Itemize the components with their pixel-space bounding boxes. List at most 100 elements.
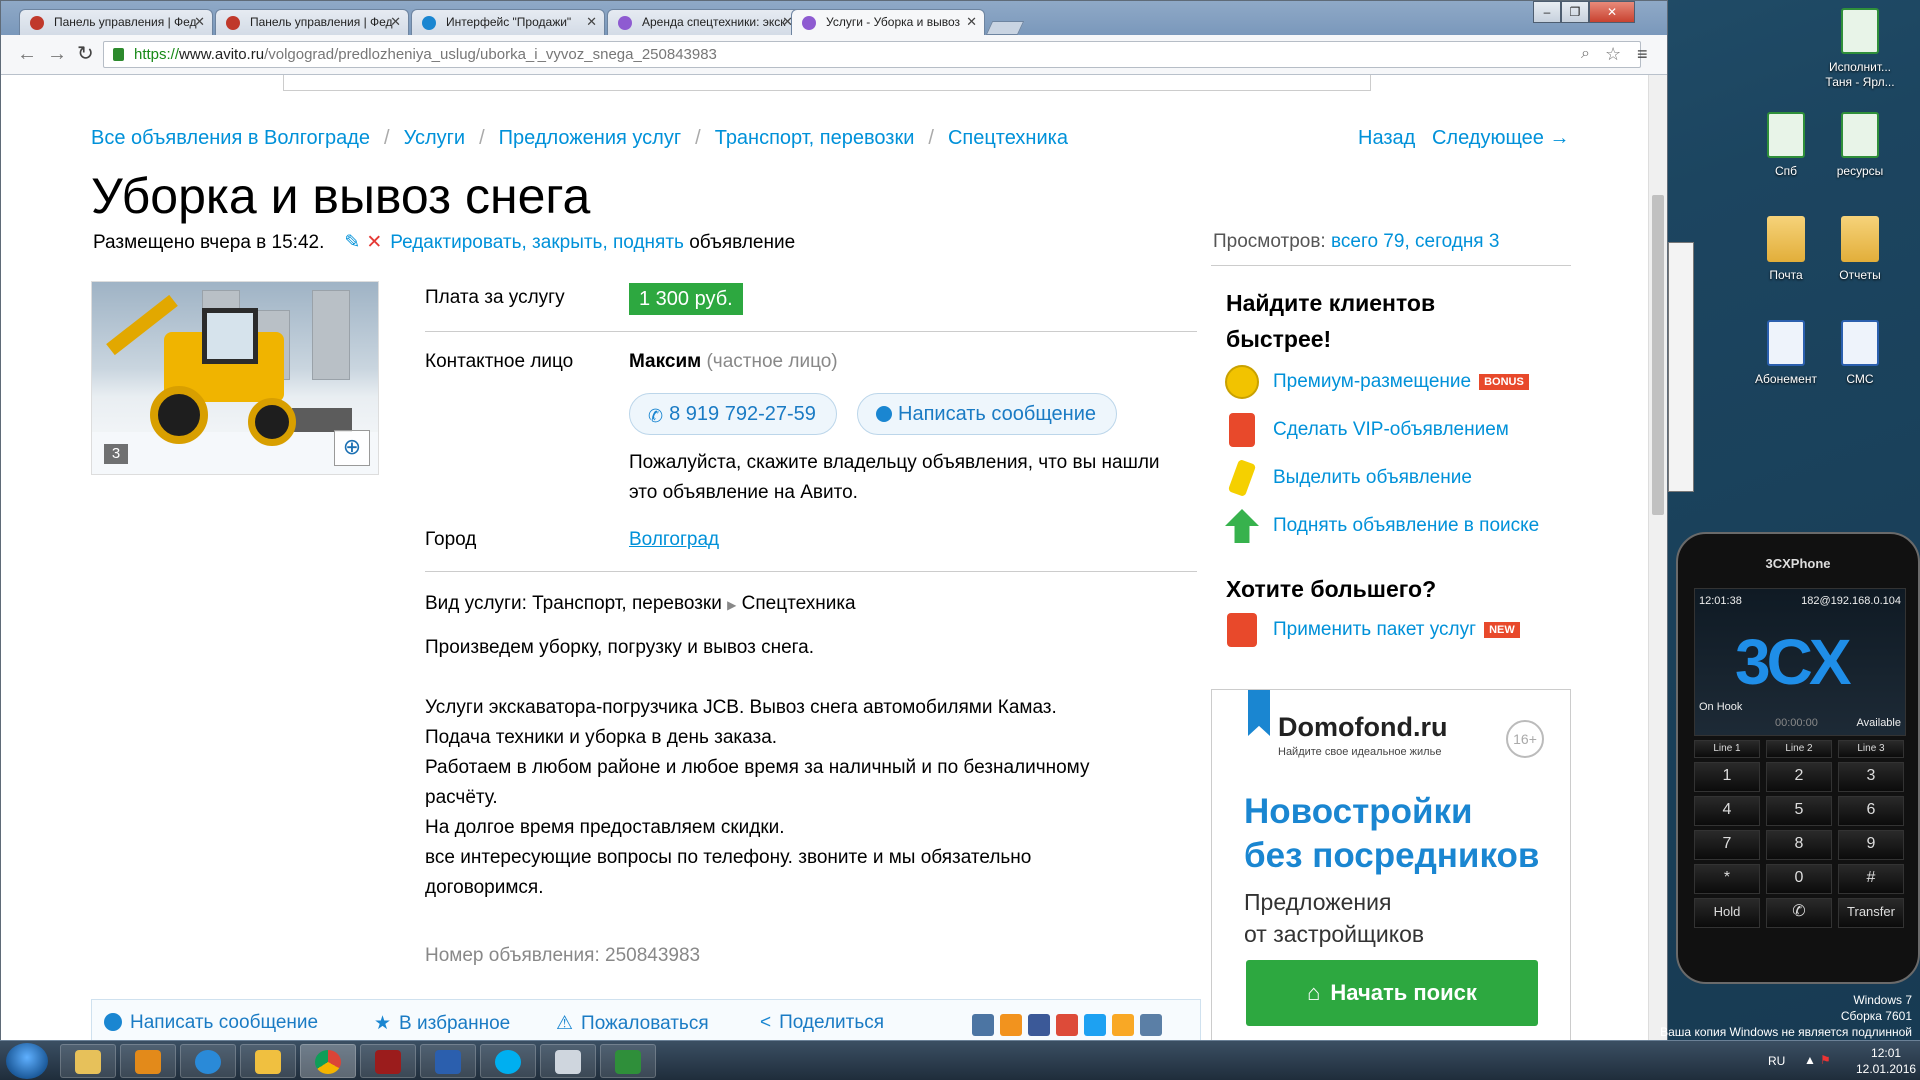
hold-button[interactable]: Hold xyxy=(1694,898,1760,928)
breadcrumb-transport[interactable]: Транспорт, перевозки xyxy=(715,127,915,149)
mail-share-icon[interactable] xyxy=(1112,1014,1134,1036)
close-tab-icon[interactable]: ✕ xyxy=(194,14,205,30)
key-1[interactable]: 1 xyxy=(1694,762,1760,792)
taskbar-excel[interactable] xyxy=(600,1044,656,1078)
background-window-edge[interactable] xyxy=(1668,242,1694,492)
start-search-button[interactable]: ⌂ Начать поиск xyxy=(1246,960,1538,1026)
back-link[interactable]: Назад xyxy=(1358,127,1415,149)
highlight-link[interactable]: Выделить объявление xyxy=(1273,467,1472,489)
taskbar-media-player[interactable] xyxy=(120,1044,176,1078)
next-link[interactable]: Следующее → xyxy=(1432,127,1570,149)
package-link[interactable]: Применить пакет услуг NEW xyxy=(1273,619,1520,641)
close-tab-icon[interactable]: ✕ xyxy=(966,14,977,30)
key-2[interactable]: 2 xyxy=(1766,762,1832,792)
new-tab-button[interactable] xyxy=(985,21,1025,35)
raise-link[interactable]: Поднять объявление в поиске xyxy=(1273,515,1539,537)
bottom-write-message-link[interactable]: Написать сообщение xyxy=(104,1012,318,1034)
key-6[interactable]: 6 xyxy=(1838,796,1904,826)
taskbar-word[interactable] xyxy=(420,1044,476,1078)
tab-4[interactable]: Аренда спецтехники: экск ✕ xyxy=(607,9,801,35)
breadcrumb-all-ads[interactable]: Все объявления в Волгограде xyxy=(91,127,370,149)
phone-button[interactable]: ✆ 8 919 792-27-59 xyxy=(629,393,837,435)
call-button[interactable]: ✆ xyxy=(1766,898,1832,928)
taskbar-chrome[interactable] xyxy=(300,1044,356,1078)
delete-icon[interactable]: ✕ xyxy=(366,232,382,253)
line-2-button[interactable]: Line 2 xyxy=(1766,740,1832,758)
desktop-icon-spb[interactable]: Спб xyxy=(1748,112,1824,179)
twitter-share-icon[interactable] xyxy=(1084,1014,1106,1036)
key-8[interactable]: 8 xyxy=(1766,830,1832,860)
key-4[interactable]: 4 xyxy=(1694,796,1760,826)
clock[interactable]: 12:01 12.01.2016 xyxy=(1856,1045,1916,1077)
home-search-icon: ⌂ xyxy=(1307,980,1321,1005)
report-link[interactable]: ⚠ Пожаловаться xyxy=(556,1012,709,1035)
breadcrumb-offers[interactable]: Предложения услуг xyxy=(499,127,682,149)
key-3[interactable]: 3 xyxy=(1838,762,1904,792)
ok-share-icon[interactable] xyxy=(1000,1014,1022,1036)
taskbar-phone[interactable] xyxy=(540,1044,596,1078)
minimize-button[interactable]: – xyxy=(1533,1,1561,23)
zoom-icon[interactable]: ⌕ xyxy=(1581,43,1590,65)
back-arrow-icon[interactable]: ← xyxy=(17,43,37,65)
facebook-share-icon[interactable] xyxy=(1028,1014,1050,1036)
key-0[interactable]: 0 xyxy=(1766,864,1832,894)
url-input[interactable]: https://www.avito.ru/volgograd/predlozhe… xyxy=(103,41,1641,68)
desktop-icon-subscription[interactable]: Абонемент xyxy=(1748,320,1824,387)
key-7[interactable]: 7 xyxy=(1694,830,1760,860)
taskbar-mail[interactable] xyxy=(240,1044,296,1078)
taskbar-fap[interactable] xyxy=(360,1044,416,1078)
city-link[interactable]: Волгоград xyxy=(629,529,719,551)
breadcrumb-special-equipment[interactable]: Спецтехника xyxy=(948,127,1068,149)
scroll-thumb[interactable] xyxy=(1652,195,1664,515)
tab-2[interactable]: Панель управления | Фед ✕ xyxy=(215,9,409,35)
taskbar-internet-explorer[interactable] xyxy=(180,1044,236,1078)
write-message-button[interactable]: Написать сообщение xyxy=(857,393,1118,435)
bookmark-star-icon[interactable]: ☆ xyxy=(1605,43,1621,65)
share-link[interactable]: < Поделиться xyxy=(760,1012,884,1034)
menu-icon[interactable]: ≡ xyxy=(1637,43,1648,65)
key-star[interactable]: * xyxy=(1694,864,1760,894)
close-tab-icon[interactable]: ✕ xyxy=(586,14,597,30)
tab-3[interactable]: Интерфейс "Продажи" ✕ xyxy=(411,9,605,35)
line-1-button[interactable]: Line 1 xyxy=(1694,740,1760,758)
line-3-button[interactable]: Line 3 xyxy=(1838,740,1904,758)
key-9[interactable]: 9 xyxy=(1838,830,1904,860)
page-scrollbar[interactable] xyxy=(1648,75,1667,1041)
breadcrumb-services[interactable]: Услуги xyxy=(404,127,466,149)
dialpad: Line 1 Line 2 Line 3 1 2 3 4 5 6 7 8 9 *… xyxy=(1694,740,1906,940)
start-button[interactable] xyxy=(6,1043,48,1079)
tab-1[interactable]: Панель управления | Фед ✕ xyxy=(19,9,213,35)
zoom-icon[interactable]: ⊕ xyxy=(334,430,370,466)
action-center-icon[interactable]: ⚑ xyxy=(1820,1053,1831,1067)
description-line: Услуги экскаватора-погрузчика JCB. Вывоз… xyxy=(425,697,1057,718)
add-to-favorites-link[interactable]: ★ В избранное xyxy=(374,1012,510,1035)
premium-placement-link[interactable]: Премиум-размещение BONUS xyxy=(1273,371,1529,393)
close-tab-icon[interactable]: ✕ xyxy=(390,14,401,30)
desktop-icon-reports[interactable]: Отчеты xyxy=(1822,216,1898,283)
views-link[interactable]: всего 79, сегодня 3 xyxy=(1331,231,1499,252)
desktop-icon-resources[interactable]: ресурсы xyxy=(1822,112,1898,179)
domofond-banner[interactable]: Domofond.ru Найдите свое идеальное жилье… xyxy=(1211,689,1571,1041)
vip-link[interactable]: Сделать VIP-объявлением xyxy=(1273,419,1509,441)
vk-share-icon[interactable] xyxy=(972,1014,994,1036)
desktop-icon-mail[interactable]: Почта xyxy=(1748,216,1824,283)
key-hash[interactable]: # xyxy=(1838,864,1904,894)
link-share-icon[interactable] xyxy=(1140,1014,1162,1036)
close-window-button[interactable]: ✕ xyxy=(1589,1,1635,23)
language-indicator[interactable]: RU xyxy=(1768,1054,1785,1068)
edit-link[interactable]: Редактировать, закрыть, поднять xyxy=(390,232,684,253)
desktop-icon-file-1[interactable]: Исполнит... Таня - Ярл... xyxy=(1822,8,1898,90)
taskbar-explorer[interactable] xyxy=(60,1044,116,1078)
pencil-icon[interactable]: ✎ xyxy=(344,232,360,253)
maximize-button[interactable]: ❐ xyxy=(1561,1,1589,23)
googleplus-share-icon[interactable] xyxy=(1056,1014,1078,1036)
transfer-button[interactable]: Transfer xyxy=(1838,898,1904,928)
reload-icon[interactable]: ↻ xyxy=(77,43,94,65)
forward-arrow-icon[interactable]: → xyxy=(47,43,67,65)
desktop-icon-sms[interactable]: СМС xyxy=(1822,320,1898,387)
key-5[interactable]: 5 xyxy=(1766,796,1832,826)
show-hidden-icons[interactable]: ▲ xyxy=(1804,1053,1816,1067)
ad-photo[interactable]: 3 ⊕ xyxy=(91,281,379,475)
taskbar-skype[interactable] xyxy=(480,1044,536,1078)
tab-5-active[interactable]: Услуги - Уборка и вывоз ✕ xyxy=(791,9,985,35)
